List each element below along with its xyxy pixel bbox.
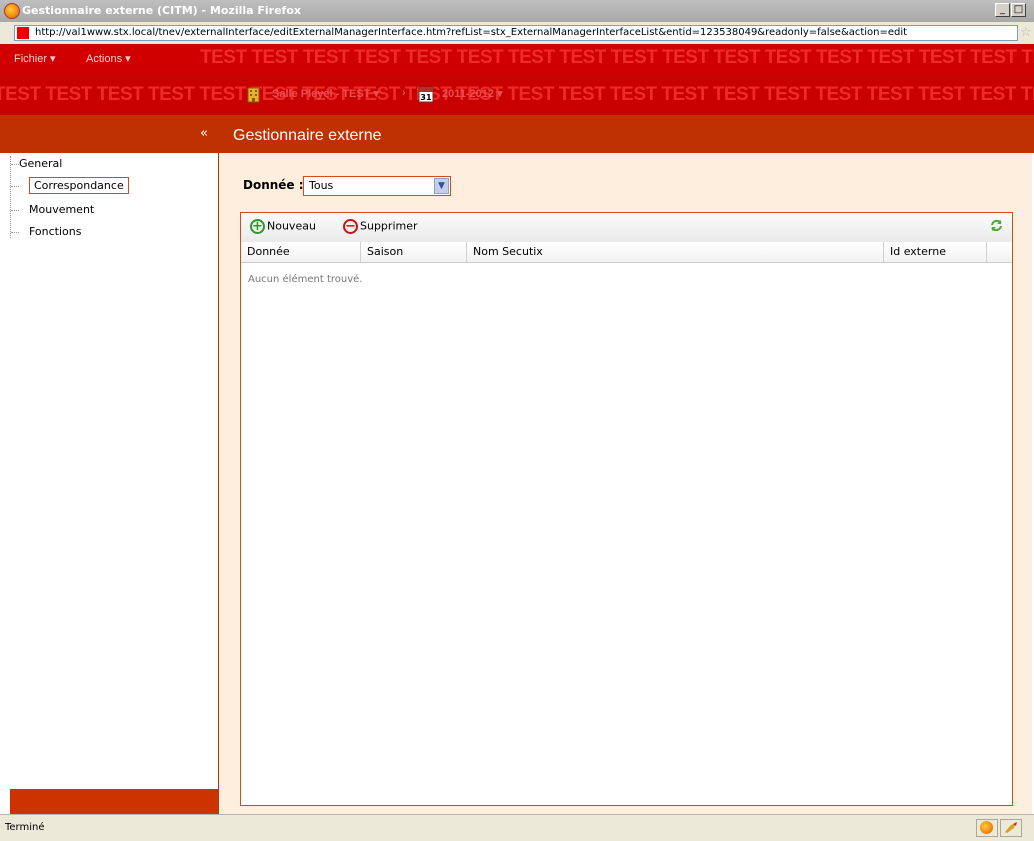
- collapse-panel-button[interactable]: «: [200, 126, 208, 141]
- tree-connector: [11, 210, 19, 211]
- correspondance-grid: + Nouveau − Supprimer Donnée Saison Nom Se…: [240, 212, 1013, 806]
- calendar-icon: 31: [418, 85, 434, 103]
- nav-item-fonctions[interactable]: Fonctions: [29, 225, 82, 238]
- remove-icon: −: [343, 219, 358, 234]
- window-title-bar: Gestionnaire externe (CITM) - Mozilla Fi…: [0, 0, 1034, 23]
- firefox-icon: [4, 3, 20, 19]
- test-watermark: TEST TEST TEST TEST TEST TEST TEST TEST …: [0, 84, 1034, 105]
- new-button[interactable]: + Nouveau: [250, 219, 316, 235]
- left-panel-footer: [10, 789, 219, 814]
- column-header-donnee[interactable]: Donnée: [241, 242, 361, 262]
- test-watermark: TEST TEST TEST TEST TEST TEST TEST TEST …: [200, 47, 1034, 68]
- left-navigation-panel: [10, 153, 219, 789]
- tree-connector: [11, 232, 19, 233]
- nav-item-mouvement[interactable]: Mouvement: [29, 203, 94, 216]
- tree-connector: [11, 164, 19, 165]
- main-header: Gestionnaire externe: [218, 115, 1034, 153]
- context-separator: ›: [402, 87, 406, 99]
- chevron-down-icon[interactable]: ▼: [434, 178, 449, 194]
- minimize-button[interactable]: _: [995, 3, 1010, 17]
- status-text: Terminé: [5, 822, 45, 833]
- empty-message: Aucun élément trouvé.: [248, 274, 363, 285]
- url-field[interactable]: http://val1www.stx.local/tnev/externalIn…: [14, 25, 1018, 41]
- new-button-label: Nouveau: [267, 219, 316, 233]
- delete-button-label: Supprimer: [360, 219, 418, 233]
- donnee-filter-select[interactable]: Tous ▼: [303, 176, 451, 196]
- column-header-id-externe[interactable]: Id externe: [884, 242, 987, 262]
- donnee-filter-value: Tous: [309, 179, 334, 192]
- address-bar: http://val1www.stx.local/tnev/externalIn…: [0, 22, 1034, 45]
- grid-toolbar: + Nouveau − Supprimer: [241, 213, 1012, 243]
- season-selector[interactable]: 2011-2012 ▾: [442, 87, 503, 100]
- site-icon: [17, 27, 29, 39]
- column-header-nom-secutix[interactable]: Nom Secutix: [467, 242, 884, 262]
- tree-connector: [11, 186, 19, 187]
- venue-selector[interactable]: Salle Pleyel - TEST ▾: [272, 87, 379, 100]
- menu-bar: TEST TEST TEST TEST TEST TEST TEST TEST …: [0, 44, 1034, 73]
- grid-header-row: Donnée Saison Nom Secutix Id externe: [241, 242, 1012, 263]
- menu-fichier[interactable]: Fichier ▾: [14, 52, 56, 65]
- firefox-status-icon[interactable]: [976, 819, 998, 837]
- add-icon: +: [250, 219, 265, 234]
- firefox-icon: [980, 821, 993, 834]
- url-text: http://val1www.stx.local/tnev/externalIn…: [35, 27, 908, 38]
- building-icon: [246, 85, 262, 103]
- delete-button[interactable]: − Supprimer: [343, 219, 418, 235]
- context-bar: TEST TEST TEST TEST TEST TEST TEST TEST …: [0, 73, 1034, 115]
- svg-text:31: 31: [420, 93, 432, 102]
- nav-item-general[interactable]: General: [19, 157, 62, 170]
- donnee-filter-label: Donnée :: [243, 178, 304, 192]
- menu-actions[interactable]: Actions ▾: [86, 52, 131, 65]
- column-header-saison[interactable]: Saison: [361, 242, 467, 262]
- tree-connector: [10, 156, 11, 238]
- status-bar: Terminé: [0, 814, 1034, 841]
- window-title: Gestionnaire externe (CITM) - Mozilla Fi…: [22, 4, 301, 17]
- refresh-icon[interactable]: [989, 218, 1004, 237]
- maximize-button[interactable]: □: [1011, 3, 1026, 17]
- nav-item-correspondance[interactable]: Correspondance: [29, 177, 129, 194]
- star-icon[interactable]: ☆: [1020, 25, 1032, 40]
- page-title: Gestionnaire externe: [233, 127, 382, 144]
- left-panel-header: «: [0, 115, 218, 153]
- addon-status-icon[interactable]: [1000, 819, 1022, 837]
